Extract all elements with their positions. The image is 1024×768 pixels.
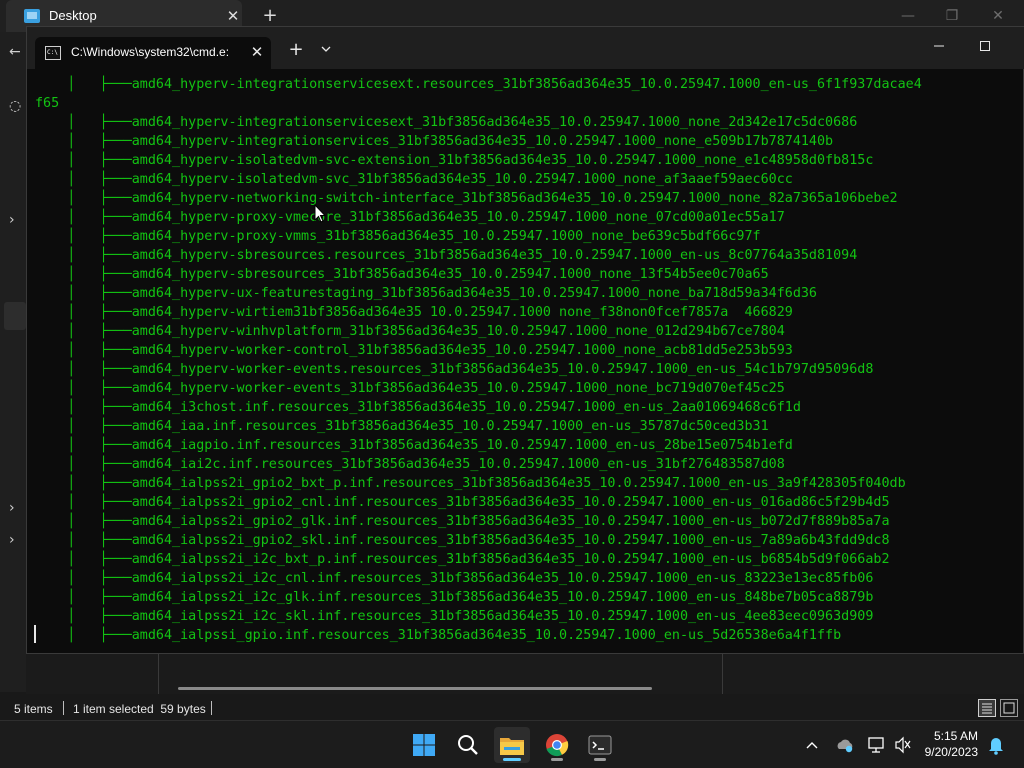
terminal-output-line: │ ├───amd64_hyperv-proxy-vmecore_31bf385…	[35, 210, 785, 225]
explorer-minimize-button[interactable]: —	[898, 6, 918, 26]
terminal-output-line: │ ├───amd64_ialpss2i_i2c_skl.inf.resourc…	[35, 609, 874, 624]
terminal-maximize-button[interactable]	[970, 37, 1000, 59]
terminal-output-line: │ ├───amd64_ialpss2i_gpio2_skl.inf.resou…	[35, 533, 890, 548]
terminal-output-line: │ ├───amd64_ialpss2i_gpio2_cnl.inf.resou…	[35, 495, 890, 510]
refresh-icon[interactable]: ◌	[9, 98, 21, 114]
column-divider	[158, 654, 159, 694]
terminal-output-line: │ ├───amd64_ialpss2i_i2c_cnl.inf.resourc…	[35, 571, 874, 586]
terminal-output-line: │ ├───amd64_hyperv-proxy-vmms_31bf3856ad…	[35, 229, 761, 244]
network-button[interactable]	[866, 721, 886, 768]
running-app-indicator	[594, 758, 606, 761]
terminal-output-line: │ ├───amd64_hyperv-isolatedvm-svc_31bf38…	[35, 172, 793, 187]
terminal-output-line: │ ├───amd64_hyperv-networking-switch-int…	[35, 191, 898, 206]
chevron-up-icon	[806, 742, 818, 749]
large-icons-view-icon[interactable]	[1000, 699, 1018, 717]
terminal-output-line: │ ├───amd64_i3chost.inf.resources_31bf38…	[35, 400, 801, 415]
terminal-output-line: │ ├───amd64_iagpio.inf.resources_31bf385…	[35, 438, 793, 453]
terminal-output-line: │ ├───amd64_ialpss2i_gpio2_bxt_p.inf.res…	[35, 476, 906, 491]
terminal-output-line: f65	[35, 96, 60, 111]
notification-bell-icon	[989, 738, 1003, 755]
status-separator	[63, 701, 64, 715]
chevron-right-icon[interactable]: ›	[9, 532, 15, 548]
explorer-new-tab-button[interactable]: +	[260, 6, 280, 26]
search-icon	[458, 735, 478, 755]
onedrive-button[interactable]	[835, 721, 855, 768]
clock-time: 5:15 AM	[933, 729, 978, 743]
notifications-button[interactable]	[986, 721, 1006, 768]
terminal-output-line: │ ├───amd64_iai2c.inf.resources_31bf3856…	[35, 457, 785, 472]
terminal-output-line: │ ├───amd64_hyperv-integrationservices_3…	[35, 134, 834, 149]
column-divider	[722, 654, 723, 694]
explorer-restore-button[interactable]: ❐	[942, 6, 962, 26]
terminal-output-line: │ ├───amd64_hyperv-wirtiem31bf3856ad364e…	[35, 305, 793, 320]
explorer-close-button[interactable]: ✕	[988, 6, 1008, 26]
terminal-taskbar-button[interactable]	[582, 727, 618, 763]
status-separator	[211, 701, 212, 715]
terminal-output-line: │ ├───amd64_hyperv-isolatedvm-svc-extens…	[35, 153, 874, 168]
running-app-indicator	[551, 758, 563, 761]
taskbar-clock[interactable]: 5:15 AM 9/20/2023	[918, 728, 978, 760]
terminal-output-line: │ ├───amd64_hyperv-integrationservicesex…	[35, 77, 922, 92]
chevron-right-icon[interactable]: ›	[9, 212, 15, 228]
desktop-folder-icon	[24, 9, 40, 23]
terminal-output-line: │ ├───amd64_hyperv-worker-events_31bf385…	[35, 381, 785, 396]
explorer-tab-close-button[interactable]: ✕	[224, 6, 242, 26]
tray-overflow-button[interactable]	[804, 721, 820, 768]
sidebar-selected-item[interactable]	[4, 302, 26, 330]
taskbar: 5:15 AM 9/20/2023	[0, 720, 1024, 768]
terminal-window: C:\ C:\Windows\system32\cmd.e: ✕ + │ ├──…	[26, 26, 1024, 654]
details-view-icon[interactable]	[978, 699, 996, 717]
terminal-tab-title: C:\Windows\system32\cmd.e:	[71, 45, 230, 59]
chrome-taskbar-button[interactable]	[539, 727, 575, 763]
terminal-output-line: │ ├───amd64_hyperv-ux-featurestaging_31b…	[35, 286, 817, 301]
terminal-output-line: │ ├───amd64_hyperv-winhvplatform_31bf385…	[35, 324, 785, 339]
terminal-titlebar: C:\ C:\Windows\system32\cmd.e: ✕ +	[27, 27, 1024, 69]
terminal-dropdown-button[interactable]	[315, 39, 337, 61]
terminal-new-tab-button[interactable]: +	[285, 39, 307, 61]
terminal-output-line: │ ├───amd64_ialpss2i_i2c_glk.inf.resourc…	[35, 590, 874, 605]
terminal-minimize-button[interactable]	[924, 37, 954, 59]
start-icon	[413, 734, 435, 756]
explorer-nav-strip: ← ◌ › › ›	[0, 32, 26, 692]
terminal-output-line: │ ├───amd64_hyperv-sbresources.resources…	[35, 248, 858, 263]
terminal-output-line: │ ├───amd64_ialpss2i_i2c_bxt_p.inf.resou…	[35, 552, 890, 567]
horizontal-scrollbar[interactable]	[178, 687, 652, 690]
back-arrow-icon[interactable]: ←	[9, 44, 21, 60]
terminal-output-line: │ ├───amd64_hyperv-worker-control_31bf38…	[35, 343, 793, 358]
terminal-tab-cmd[interactable]: C:\ C:\Windows\system32\cmd.e: ✕	[35, 37, 271, 69]
cmd-prompt-icon: C:\	[45, 46, 61, 60]
clock-date: 9/20/2023	[924, 745, 978, 759]
volume-button[interactable]	[893, 721, 913, 768]
terminal-output-line: │ ├───amd64_iaa.inf.resources_31bf3856ad…	[35, 419, 769, 434]
terminal-output-line: │ ├───amd64_ialpss2i_gpio2_glk.inf.resou…	[35, 514, 890, 529]
onedrive-icon	[837, 739, 853, 753]
terminal-output-line: │ ├───amd64_hyperv-worker-events.resourc…	[35, 362, 874, 377]
status-items-count: 5 items	[14, 702, 53, 716]
terminal-output-line: │ ├───amd64_hyperv-integrationservicesex…	[35, 115, 858, 130]
start-button[interactable]	[406, 727, 442, 763]
terminal-output-line: │ ├───amd64_ialpssi_gpio.inf.resources_3…	[35, 628, 842, 643]
explorer-tab-title: Desktop	[49, 8, 97, 23]
network-icon	[868, 737, 884, 753]
status-selection: 1 item selected 59 bytes	[73, 702, 206, 716]
terminal-output[interactable]: │ ├───amd64_hyperv-integrationservicesex…	[27, 69, 1023, 654]
active-app-indicator	[503, 758, 521, 761]
file-explorer-taskbar-button[interactable]	[494, 727, 530, 763]
terminal-tab-close-button[interactable]: ✕	[247, 42, 267, 62]
chevron-right-icon[interactable]: ›	[9, 500, 15, 516]
volume-muted-icon	[895, 736, 911, 754]
search-button[interactable]	[450, 727, 486, 763]
terminal-output-line: │ ├───amd64_hyperv-sbresources_31bf3856a…	[35, 267, 769, 282]
